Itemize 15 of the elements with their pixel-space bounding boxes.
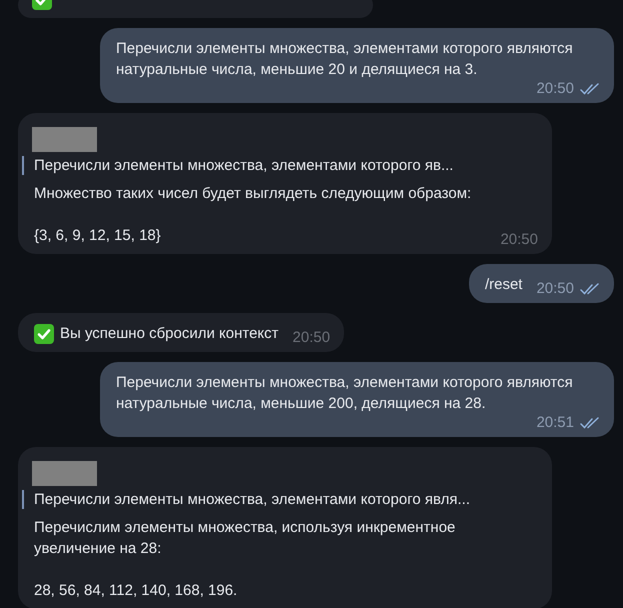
message-time: 20:50	[292, 329, 330, 346]
message-text: Вы успешно сбросили контекст	[60, 324, 279, 344]
message-text: Множество таких чисел будет выглядеть следующим образом:	[34, 184, 472, 204]
message-text: Перечисли элементы множества, элементами которого являются натуральные числа, меньшие 20 и делящиеся на 3.	[116, 39, 574, 80]
message-text: Перечислим элементы множества, используя инкрементное увеличение на 28:	[34, 518, 456, 559]
message-text: Перечисли элементы множества, элементами которого являются натуральные числа, меньшие 200, делящиеся на 28.	[116, 373, 574, 414]
message-time: 20:50	[500, 231, 538, 248]
message-text: {3, 6, 9, 12, 15, 18}	[34, 226, 162, 246]
message-time: 20:50	[536, 80, 574, 97]
message-text: 28, 56, 84, 112, 140, 168, 196.	[34, 581, 238, 601]
message-time: 20:51	[536, 414, 574, 431]
message-time: 20:50	[536, 280, 574, 297]
quoted-message: Перечисли элементы множества, элементами которого яв...	[22, 156, 538, 175]
message-text: /reset	[484, 275, 522, 295]
quoted-message: Перечисли элементы множества, элементами которого явля...	[22, 490, 538, 509]
